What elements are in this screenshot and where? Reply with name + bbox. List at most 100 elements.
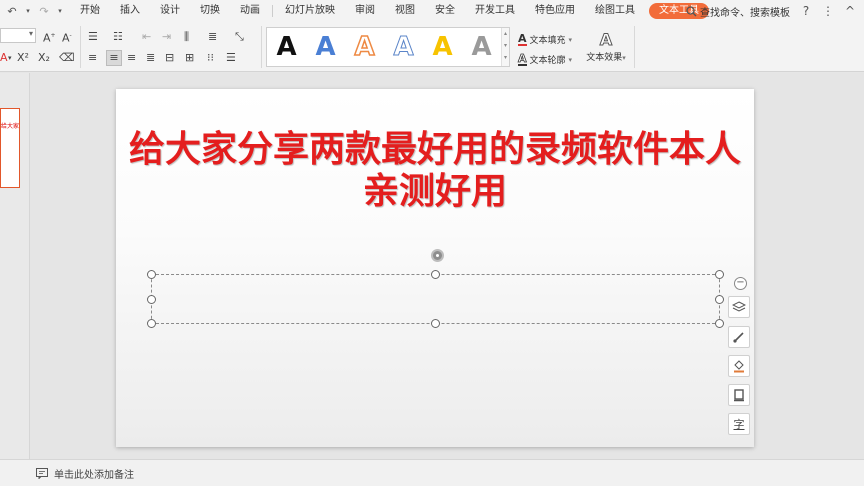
tab-security[interactable]: 安全 [425, 0, 465, 22]
wordart-style-gray[interactable]: A [462, 27, 501, 67]
chevron-down-icon: ▾ [622, 54, 626, 62]
collapse-toolbar-icon[interactable]: − [734, 277, 747, 290]
command-search-label: 查找命令、搜索模板 [700, 7, 790, 19]
tab-review[interactable]: 审阅 [345, 0, 385, 22]
resize-handle-bottom-left[interactable] [147, 319, 156, 328]
fill-bucket-icon [734, 360, 744, 373]
dropdown-arrow-icon[interactable]: ▾ [8, 51, 12, 65]
more-icon[interactable]: ⋮ [822, 4, 834, 18]
vertical-align-icon[interactable]: ⊞ [185, 51, 194, 65]
slide-thumbnail[interactable]: 给大家分享两款 [0, 108, 20, 188]
selected-textbox[interactable] [147, 249, 724, 328]
clear-format-icon[interactable]: ⌫ [59, 51, 75, 65]
ribbon: ▾ A+ A- A ▾ X² X₂ ⌫ ☰ ☷ ⇤ ⇥ ⫼ ≣ ⤡ ≡ ≡ ≡ … [0, 22, 864, 72]
increase-indent-icon[interactable]: ⇥ [162, 30, 171, 44]
text-char-icon: 字 [733, 418, 745, 431]
resize-handle-bottom[interactable] [431, 319, 440, 328]
resize-handle-top[interactable] [431, 270, 440, 279]
ribbon-separator [80, 26, 81, 68]
text-outline-label: 文本轮廓 [529, 56, 566, 66]
text-effect-icon: A [599, 30, 613, 50]
slide-title[interactable]: 给大家分享两款最好用的录频软件本人亲测好用 [126, 129, 744, 213]
tab-developer[interactable]: 开发工具 [465, 0, 525, 22]
wordart-style-blue[interactable]: A [306, 27, 345, 67]
tab-drawing-tools[interactable]: 绘图工具 [585, 0, 645, 22]
wordart-gallery: A A A A A A ▴ ▾ ▾ [266, 27, 510, 67]
fill-button[interactable] [728, 355, 750, 377]
text-effect-button[interactable]: A 文本效果▾ [584, 30, 628, 64]
outline-button[interactable] [728, 384, 750, 406]
resize-handle-top-left[interactable] [147, 270, 156, 279]
tab-view[interactable]: 视图 [385, 0, 425, 22]
text-effect-label: 文本效果 [586, 53, 623, 63]
brush-icon [733, 332, 744, 343]
menubar-right: 查找命令、搜索模板 ? ⋮ ^ [686, 0, 864, 22]
help-icon[interactable]: ? [800, 4, 812, 18]
list-settings-icon[interactable]: ☰ [226, 51, 236, 65]
text-fill-button[interactable]: A 文本填充 ▾ [518, 33, 572, 46]
layers-button[interactable] [728, 296, 750, 318]
line-spacing-icon[interactable]: ≣ [208, 30, 217, 44]
quick-access: ↶ ▾ ↷ ▾ [0, 5, 70, 18]
bullet-list-icon[interactable]: ☰ [88, 30, 98, 44]
tab-home[interactable]: 开始 [70, 0, 110, 22]
outline-box-icon [734, 389, 744, 402]
wordart-style-yellow[interactable]: A [423, 27, 462, 67]
wordart-style-black[interactable]: A [267, 27, 306, 67]
align-left-icon[interactable]: ≡ [88, 51, 97, 65]
text-format-button[interactable]: 字 [728, 413, 750, 435]
increase-font-icon[interactable]: A+ [43, 29, 56, 46]
align-right-icon[interactable]: ≡ [127, 51, 136, 65]
dropdown-arrow-icon[interactable]: ▾ [54, 7, 66, 15]
notes-bar[interactable]: 单击此处添加备注 [0, 459, 864, 486]
text-outline-button[interactable]: A 文本轮廓 ▾ [518, 51, 573, 66]
tab-design[interactable]: 设计 [150, 0, 190, 22]
justify-icon[interactable]: ≣ [146, 51, 155, 65]
font-size-box[interactable]: ▾ [0, 28, 36, 43]
decrease-indent-icon[interactable]: ⇤ [142, 30, 151, 44]
thumbnail-snippet: 给大家分享两款 [1, 123, 20, 130]
collapse-ribbon-icon[interactable]: ^ [844, 4, 856, 18]
menu-separator [272, 5, 273, 17]
superscript-icon[interactable]: X² [17, 51, 29, 65]
dropdown-arrow-icon[interactable]: ▾ [22, 7, 34, 15]
tab-features[interactable]: 特色应用 [525, 0, 585, 22]
resize-handle-right[interactable] [715, 295, 724, 304]
layers-icon [732, 301, 746, 312]
text-outline-icon: A [518, 51, 527, 66]
undo-icon[interactable]: ↶ [6, 5, 18, 18]
tab-slideshow[interactable]: 幻灯片放映 [275, 0, 345, 22]
tab-transitions[interactable]: 切换 [190, 0, 230, 22]
chevron-down-icon: ▾ [28, 29, 33, 38]
editing-canvas: 给大家分享两款最好用的录频软件本人亲测好用 − 字 [30, 73, 864, 459]
notes-placeholder: 单击此处添加备注 [54, 469, 134, 481]
search-icon [686, 5, 697, 16]
wordart-style-orange-outline[interactable]: A [345, 27, 384, 67]
notes-icon [36, 467, 48, 479]
gallery-scroll[interactable]: ▴ ▾ ▾ [501, 28, 509, 66]
tab-insert[interactable]: 插入 [110, 0, 150, 22]
menu-tabs: 开始 插入 设计 切换 动画 幻灯片放映 审阅 视图 安全 开发工具 特色应用 … [70, 0, 713, 22]
command-search[interactable]: 查找命令、搜索模板 [686, 4, 790, 19]
wordart-style-blue-outline[interactable]: A [384, 27, 423, 67]
redo-icon[interactable]: ↷ [38, 5, 50, 18]
distributed-icon[interactable]: ⊟ [165, 51, 174, 65]
slide-thumbnail-pane: 给大家分享两款 [0, 73, 30, 459]
text-direction-icon[interactable]: ⤡ [235, 30, 244, 44]
subscript-icon[interactable]: X₂ [38, 51, 50, 65]
ribbon-separator [634, 26, 635, 68]
columns-icon[interactable]: ⫼ [184, 30, 189, 44]
resize-handle-top-right[interactable] [715, 270, 724, 279]
rotate-handle-icon[interactable] [431, 249, 444, 262]
align-center-icon[interactable]: ≡ [106, 50, 122, 66]
slide[interactable]: 给大家分享两款最好用的录频软件本人亲测好用 [116, 89, 754, 447]
numbered-list-icon[interactable]: ☷ [113, 30, 123, 44]
paragraph-spacing-icon[interactable]: ⁝⁝ [207, 51, 214, 65]
font-color-icon[interactable]: A [0, 51, 8, 65]
resize-handle-left[interactable] [147, 295, 156, 304]
tab-animations[interactable]: 动画 [230, 0, 270, 22]
chevron-down-icon: ▾ [568, 55, 573, 64]
resize-handle-bottom-right[interactable] [715, 319, 724, 328]
style-brush-button[interactable] [728, 326, 750, 348]
decrease-font-icon[interactable]: A- [62, 29, 72, 46]
